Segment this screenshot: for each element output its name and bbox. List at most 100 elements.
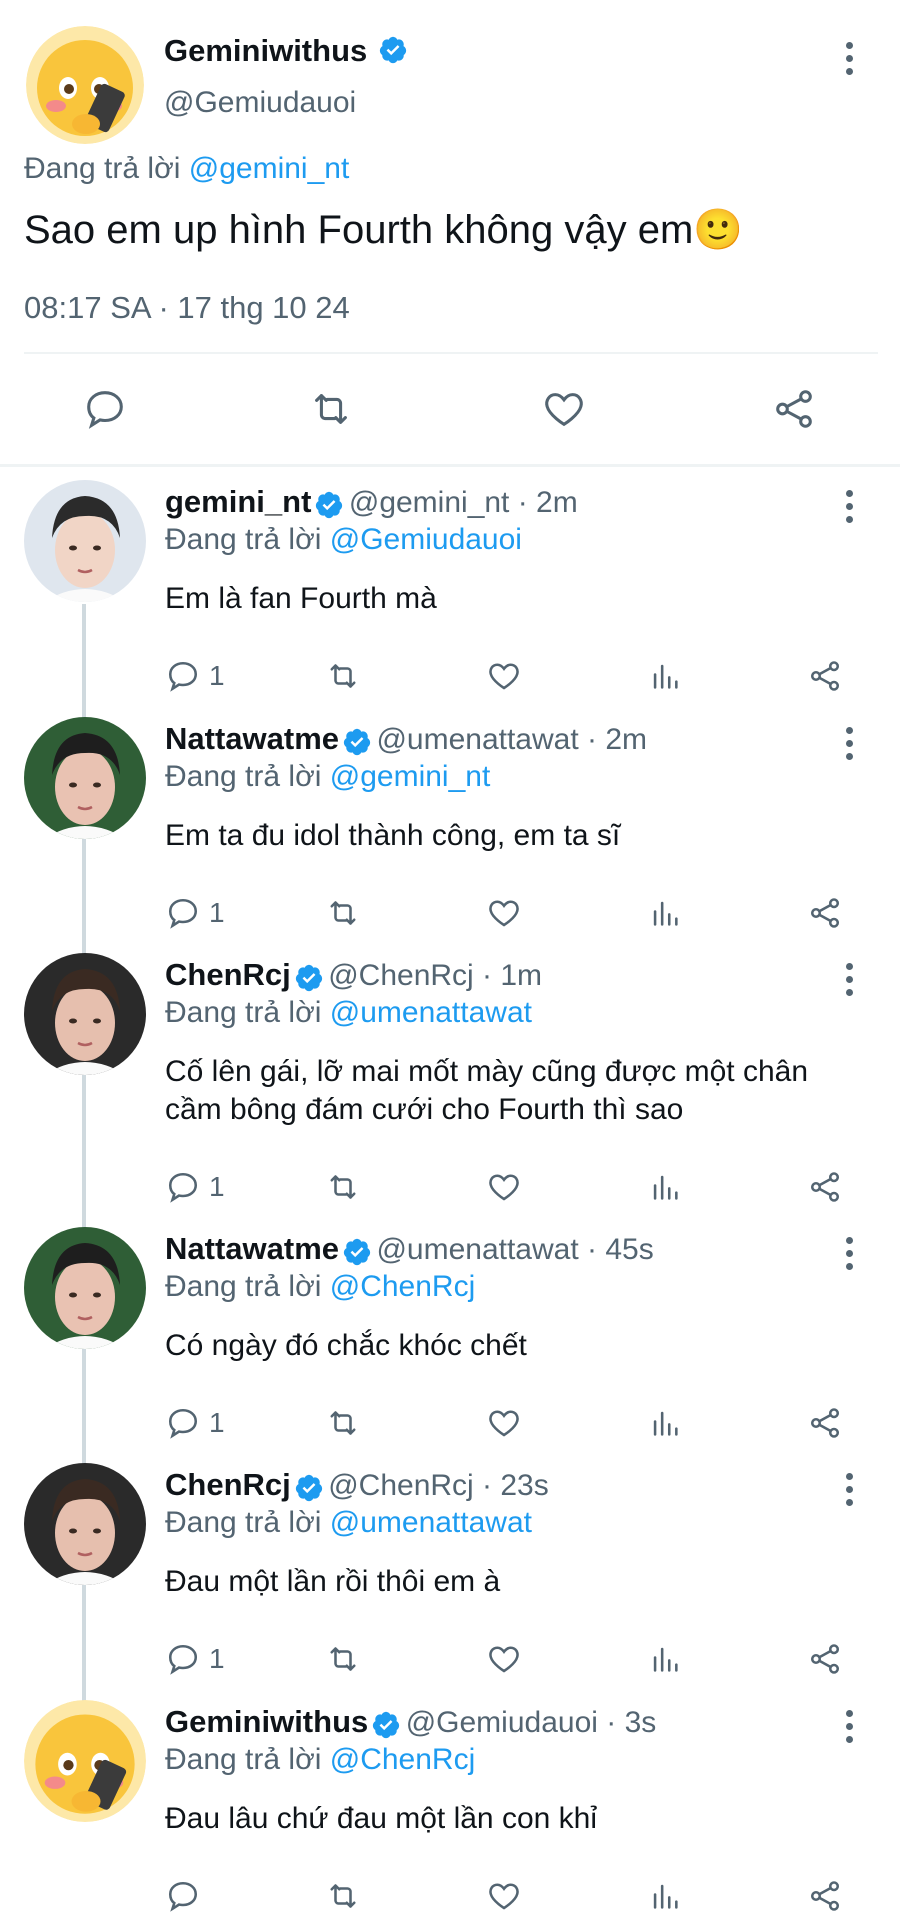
author-name[interactable]: ChenRcj <box>165 1467 291 1502</box>
author-handle[interactable]: @gemini_nt · 2m <box>349 486 578 519</box>
verified-badge-icon <box>291 964 324 991</box>
views-button[interactable] <box>648 1403 682 1443</box>
mention-link[interactable]: @umenattawat <box>330 996 532 1029</box>
retweet-icon <box>323 1641 363 1677</box>
author-name[interactable]: gemini_nt <box>165 484 311 519</box>
retweet-button[interactable] <box>323 1403 363 1443</box>
retweet-button[interactable] <box>323 656 363 696</box>
reply-button[interactable] <box>165 1876 209 1916</box>
replying-to: Đang trả lời @ChenRcj <box>165 1270 476 1303</box>
mention-link[interactable]: @ChenRcj <box>330 1743 476 1776</box>
tweet-timestamp[interactable]: 08:17 SA · 17 thg 10 24 <box>24 290 350 326</box>
tweet-text-line: Cố lên gái, lỡ mai mốt mày cũng được một… <box>165 1055 809 1088</box>
share-button[interactable] <box>806 1876 844 1916</box>
reply-count: 1 <box>209 660 225 691</box>
reply-button[interactable]: 1 <box>165 893 225 933</box>
tweet-actions: 1 <box>0 1403 900 1443</box>
share-button[interactable] <box>806 1639 844 1679</box>
author-name[interactable]: Geminiwithus <box>164 33 408 69</box>
views-button[interactable] <box>648 1876 682 1916</box>
views-button[interactable] <box>648 893 682 933</box>
divider <box>24 352 878 354</box>
retweet-button[interactable] <box>323 1876 363 1916</box>
more-options-icon[interactable] <box>846 490 856 529</box>
share-button[interactable] <box>806 1167 844 1207</box>
avatar[interactable] <box>24 953 146 1075</box>
reply-icon <box>165 1641 201 1677</box>
author-name[interactable]: Nattawatme <box>165 1231 339 1266</box>
author-handle[interactable]: @ChenRcj · 23s <box>328 1469 549 1502</box>
retweet-icon <box>323 658 363 694</box>
share-button[interactable] <box>806 1403 844 1443</box>
views-button[interactable] <box>648 656 682 696</box>
author-handle[interactable]: @umenattawat · 2m <box>376 723 647 756</box>
tweet-text-line: Đau lâu chứ đau một lần con khỉ <box>165 1802 597 1835</box>
avatar[interactable] <box>24 1463 146 1585</box>
reply-header: gemini_nt @gemini_nt · 2m <box>165 484 578 520</box>
author-handle[interactable]: @umenattawat · 45s <box>376 1233 653 1266</box>
tweet-text: Có ngày đó chắc khóc chết <box>165 1327 527 1365</box>
more-options-icon[interactable] <box>846 1473 856 1512</box>
reply-button[interactable]: 1 <box>165 1403 225 1443</box>
tweet-text: Em là fan Fourth mà <box>165 580 437 618</box>
more-options-icon[interactable] <box>846 1237 856 1276</box>
avatar[interactable] <box>24 1227 146 1349</box>
reply-button[interactable]: 1 <box>165 656 225 696</box>
verified-badge-icon <box>339 1238 372 1265</box>
avatar[interactable] <box>26 26 144 144</box>
mention-link[interactable]: @gemini_nt <box>330 760 491 793</box>
like-button[interactable] <box>485 1876 523 1916</box>
author-name[interactable]: ChenRcj <box>165 957 291 992</box>
reply-button[interactable]: 1 <box>165 1167 225 1207</box>
views-button[interactable] <box>648 1639 682 1679</box>
author-name[interactable]: Geminiwithus <box>165 1704 368 1739</box>
more-options-icon[interactable] <box>846 963 856 1002</box>
views-button[interactable] <box>648 1167 682 1207</box>
tweet-actions <box>0 1876 900 1916</box>
mention-link[interactable]: @ChenRcj <box>330 1270 476 1303</box>
tweet-actions: 1 <box>0 1639 900 1679</box>
views-icon <box>648 1169 682 1205</box>
like-icon[interactable] <box>540 386 588 432</box>
share-button[interactable] <box>806 656 844 696</box>
reply-icon <box>165 1169 201 1205</box>
share-icon[interactable] <box>770 386 818 432</box>
retweet-button[interactable] <box>323 893 363 933</box>
avatar[interactable] <box>24 717 146 839</box>
share-icon <box>806 1169 844 1205</box>
mention-link[interactable]: @Gemiudauoi <box>330 523 522 556</box>
reply-header: Nattawatme @umenattawat · 2m <box>165 721 647 757</box>
share-icon <box>806 1641 844 1677</box>
like-button[interactable] <box>485 1403 523 1443</box>
author-handle[interactable]: @Gemiudauoi · 3s <box>406 1706 657 1739</box>
retweet-icon[interactable] <box>306 386 356 432</box>
retweet-button[interactable] <box>323 1639 363 1679</box>
like-button[interactable] <box>485 1639 523 1679</box>
avatar[interactable] <box>24 1700 146 1822</box>
like-button[interactable] <box>485 893 523 933</box>
author-name[interactable]: Nattawatme <box>165 721 339 756</box>
author-handle[interactable]: @Gemiudauoi <box>164 86 356 120</box>
reply-icon[interactable] <box>82 386 128 432</box>
author-handle[interactable]: @ChenRcj · 1m <box>328 959 542 992</box>
more-options-icon[interactable] <box>846 42 856 81</box>
share-icon <box>806 895 844 931</box>
share-button[interactable] <box>806 893 844 933</box>
avatar[interactable] <box>24 480 146 602</box>
replying-to: Đang trả lời @Gemiudauoi <box>165 523 522 556</box>
verified-badge-icon <box>368 1711 401 1738</box>
reply-count: 1 <box>209 897 225 928</box>
reply-icon <box>165 1878 201 1914</box>
more-options-icon[interactable] <box>846 727 856 766</box>
replying-to: Đang trả lời @umenattawat <box>165 1506 532 1539</box>
like-button[interactable] <box>485 656 523 696</box>
retweet-button[interactable] <box>323 1167 363 1207</box>
reply-button[interactable]: 1 <box>165 1639 225 1679</box>
mention-link[interactable]: @umenattawat <box>330 1506 532 1539</box>
like-icon <box>485 1405 523 1441</box>
tweet-text-line: cầm bông đám cưới cho Fourth thì sao <box>165 1093 684 1126</box>
like-button[interactable] <box>485 1167 523 1207</box>
mention-link[interactable]: @gemini_nt <box>189 152 350 185</box>
tweet-text: Cố lên gái, lỡ mai mốt mày cũng được một… <box>165 1053 808 1129</box>
more-options-icon[interactable] <box>846 1710 856 1749</box>
